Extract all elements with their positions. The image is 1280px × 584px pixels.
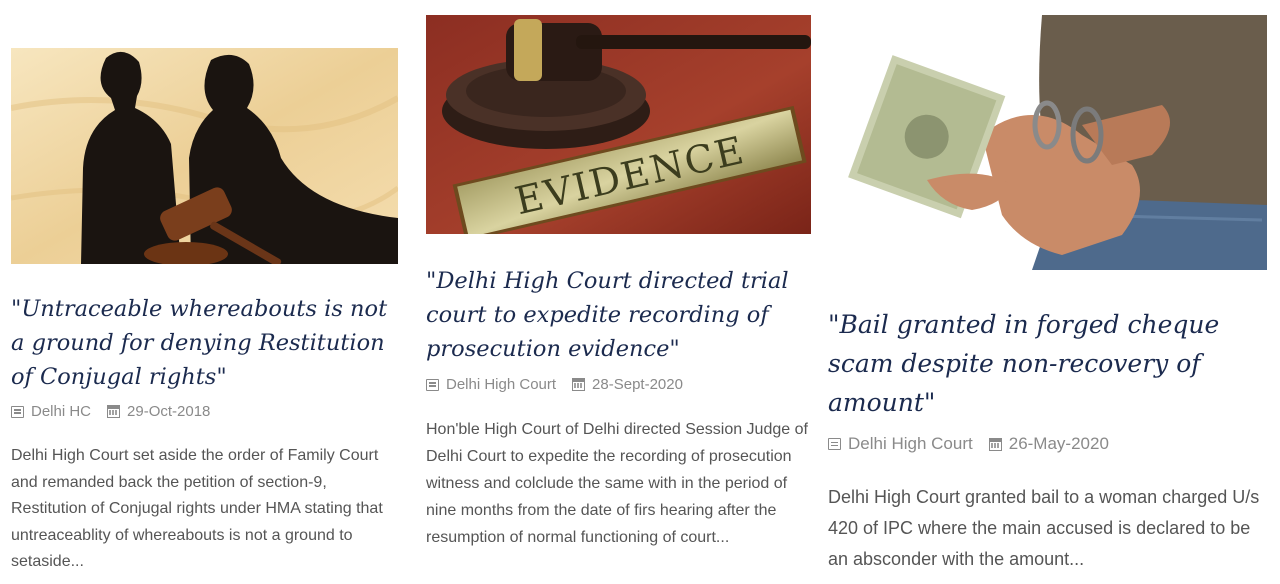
handcuffed-hands-money-image <box>832 15 1267 270</box>
article-category[interactable]: Delhi High Court <box>828 434 973 454</box>
gavel-evidence-plaque-image: EVIDENCE <box>426 15 811 234</box>
article-date: 29-Oct-2018 <box>107 403 210 420</box>
calendar-icon <box>107 405 121 418</box>
article-thumbnail[interactable] <box>832 15 1267 270</box>
article-title[interactable]: "Untraceable whereabouts is not a ground… <box>11 292 406 394</box>
date-label: 26-May-2020 <box>1008 434 1109 453</box>
list-icon <box>828 438 841 450</box>
article-excerpt: Delhi High Court granted bail to a woman… <box>828 487 1260 569</box>
gavel-couple-silhouette-image <box>11 48 398 264</box>
article-title[interactable]: "Bail granted in forged cheque scam desp… <box>828 305 1268 422</box>
article-category[interactable]: Delhi HC <box>11 403 91 420</box>
date-label: 28-Sept-2020 <box>592 376 683 393</box>
article-excerpt: Hon'ble High Court of Delhi directed Ses… <box>426 421 808 546</box>
article-excerpt: Delhi High Court set aside the order of … <box>11 447 383 570</box>
list-icon <box>426 378 439 391</box>
article-thumbnail[interactable]: EVIDENCE <box>426 15 811 234</box>
category-label: Delhi High Court <box>848 434 973 453</box>
calendar-icon <box>988 437 1002 451</box>
article-thumbnail[interactable] <box>11 48 398 264</box>
article-category[interactable]: Delhi High Court <box>426 376 556 393</box>
article-date: 28-Sept-2020 <box>572 376 683 393</box>
date-label: 29-Oct-2018 <box>127 403 211 420</box>
article-title[interactable]: "Delhi High Court directed trial court t… <box>426 264 821 366</box>
article-meta: Delhi High Court 26-May-2020 <box>828 434 1109 454</box>
category-label: Delhi HC <box>31 403 92 420</box>
article-date: 26-May-2020 <box>988 434 1109 454</box>
list-icon <box>11 405 24 418</box>
article-meta: Delhi HC 29-Oct-2018 <box>11 403 210 420</box>
category-label: Delhi High Court <box>446 376 557 393</box>
article-meta: Delhi High Court 28-Sept-2020 <box>426 376 683 393</box>
calendar-icon <box>572 378 586 391</box>
